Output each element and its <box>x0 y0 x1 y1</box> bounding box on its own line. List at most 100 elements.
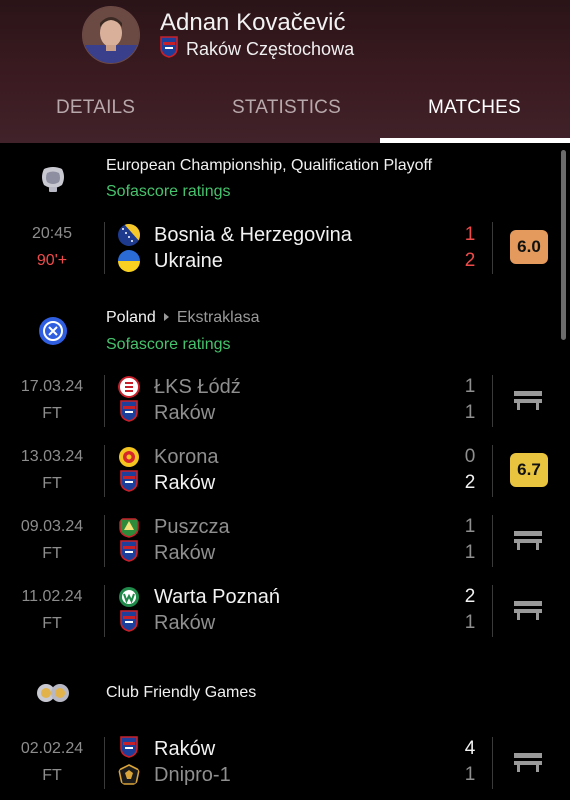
home-team-name: Bosnia & Herzegovina <box>154 223 352 246</box>
divider <box>492 375 493 427</box>
team-name: Raków Częstochowa <box>186 39 355 59</box>
bench-icon <box>513 600 543 625</box>
player-team[interactable]: Raków Częstochowa <box>160 36 354 63</box>
match-status: FT <box>42 767 62 784</box>
divider <box>104 222 105 274</box>
away-team-name: Raków <box>154 401 216 424</box>
home-score: 1 <box>464 224 476 245</box>
korona-crest-icon <box>118 446 140 468</box>
away-score: 1 <box>464 612 476 633</box>
competition-breadcrumb[interactable]: Poland Ekstraklasa <box>106 309 260 327</box>
league-name[interactable]: Ekstraklasa <box>177 309 260 326</box>
match-status: FT <box>42 615 62 632</box>
home-score: 0 <box>464 446 476 467</box>
away-score: 1 <box>464 402 476 423</box>
match-status: FT <box>42 545 62 562</box>
rating-badge: 6.0 <box>510 230 548 264</box>
match-row[interactable]: 17.03.24 FT ŁKS Łódź Raków 1 1 <box>0 369 570 435</box>
ekstraklasa-icon <box>38 316 68 351</box>
home-team: Bosnia & Herzegovina <box>118 223 352 247</box>
match-status: FT <box>42 475 62 492</box>
divider <box>492 445 493 497</box>
match-date: 17.03.24 <box>20 378 84 395</box>
home-team: Puszcza <box>118 515 230 539</box>
away-team-name: Raków <box>154 611 216 634</box>
puszcza-crest-icon <box>118 516 140 538</box>
active-tab-indicator <box>380 138 570 143</box>
rakow-crest-icon <box>118 735 140 763</box>
match-row[interactable]: 11.02.24 FT Warta Poznań Raków 2 1 <box>0 579 570 645</box>
warta-crest-icon <box>118 586 140 608</box>
away-score: 2 <box>464 472 476 493</box>
home-team: Warta Poznań <box>118 585 280 609</box>
rating-badge: 6.7 <box>510 453 548 487</box>
avatar <box>82 6 140 64</box>
tab-matches[interactable]: MATCHES <box>428 97 521 119</box>
match-date: 13.03.24 <box>20 448 84 465</box>
divider <box>104 375 105 427</box>
away-team: Raków <box>118 399 216 427</box>
away-score: 1 <box>464 764 476 785</box>
away-score: 1 <box>464 542 476 563</box>
rakow-crest-icon <box>118 609 140 637</box>
lks-lodz-crest-icon <box>118 376 140 398</box>
dnipro-crest-icon <box>118 764 140 786</box>
match-row[interactable]: 02.02.24 FT Raków Dnipro-1 4 1 <box>0 731 570 797</box>
away-team: Ukraine <box>118 249 223 273</box>
divider <box>104 515 105 567</box>
home-team: ŁKS Łódź <box>118 375 241 399</box>
home-team-name: Korona <box>154 445 219 468</box>
match-row[interactable]: 09.03.24 FT Puszcza Raków 1 1 <box>0 509 570 575</box>
home-team-name: Puszcza <box>154 515 230 538</box>
home-score: 1 <box>464 376 476 397</box>
player-header: Adnan Kovačević Raków Częstochowa DETAIL… <box>0 0 570 143</box>
match-date: 11.02.24 <box>21 588 83 605</box>
ratings-label: Sofascore ratings <box>106 183 231 200</box>
home-score: 4 <box>464 738 476 759</box>
bosnia-flag-icon <box>118 224 140 246</box>
player-name: Adnan Kovačević <box>160 9 346 36</box>
home-team-name: ŁKS Łódź <box>154 375 241 398</box>
bench-icon <box>513 530 543 555</box>
ratings-label: Sofascore ratings <box>106 336 231 353</box>
ukraine-flag-icon <box>118 250 140 272</box>
away-team-name: Raków <box>154 541 216 564</box>
home-team: Korona <box>118 445 219 469</box>
home-score: 1 <box>464 516 476 537</box>
home-team-name: Raków <box>154 737 216 760</box>
away-team-name: Raków <box>154 471 216 494</box>
competition-title[interactable]: European Championship, Qualification Pla… <box>106 157 432 175</box>
breadcrumb-arrow-icon <box>163 313 169 321</box>
away-team: Raków <box>118 469 216 495</box>
away-team: Raków <box>118 609 216 637</box>
home-team: Raków <box>118 735 216 763</box>
competition-title[interactable]: Club Friendly Games <box>106 684 256 702</box>
match-row[interactable]: 20:45 90'+ Bosnia & Herzegovina Ukraine … <box>0 216 570 282</box>
divider <box>104 585 105 637</box>
away-team-name: Ukraine <box>154 249 223 272</box>
away-team-name: Dnipro-1 <box>154 763 231 786</box>
country-name[interactable]: Poland <box>106 309 156 326</box>
home-team-name: Warta Poznań <box>154 585 280 608</box>
home-score: 2 <box>464 586 476 607</box>
euro-trophy-icon <box>38 165 68 200</box>
rakow-crest-icon <box>118 399 140 427</box>
away-score: 2 <box>464 250 476 271</box>
away-team: Dnipro-1 <box>118 763 231 787</box>
rakow-crest-icon <box>118 539 140 567</box>
divider <box>492 585 493 637</box>
match-time: 20:45 <box>31 225 73 242</box>
tab-details[interactable]: DETAILS <box>56 97 135 119</box>
match-status: 90'+ <box>36 252 68 269</box>
rakow-crest-icon <box>160 36 178 63</box>
match-status: FT <box>42 405 62 422</box>
divider <box>492 515 493 567</box>
tab-statistics[interactable]: STATISTICS <box>232 97 341 119</box>
match-date: 02.02.24 <box>20 740 84 757</box>
divider <box>104 445 105 497</box>
club-friendly-icon <box>35 682 71 709</box>
match-row[interactable]: 13.03.24 FT Korona Raków 0 2 6.7 <box>0 439 570 505</box>
bench-icon <box>513 752 543 777</box>
divider <box>104 737 105 789</box>
bench-icon <box>513 390 543 415</box>
